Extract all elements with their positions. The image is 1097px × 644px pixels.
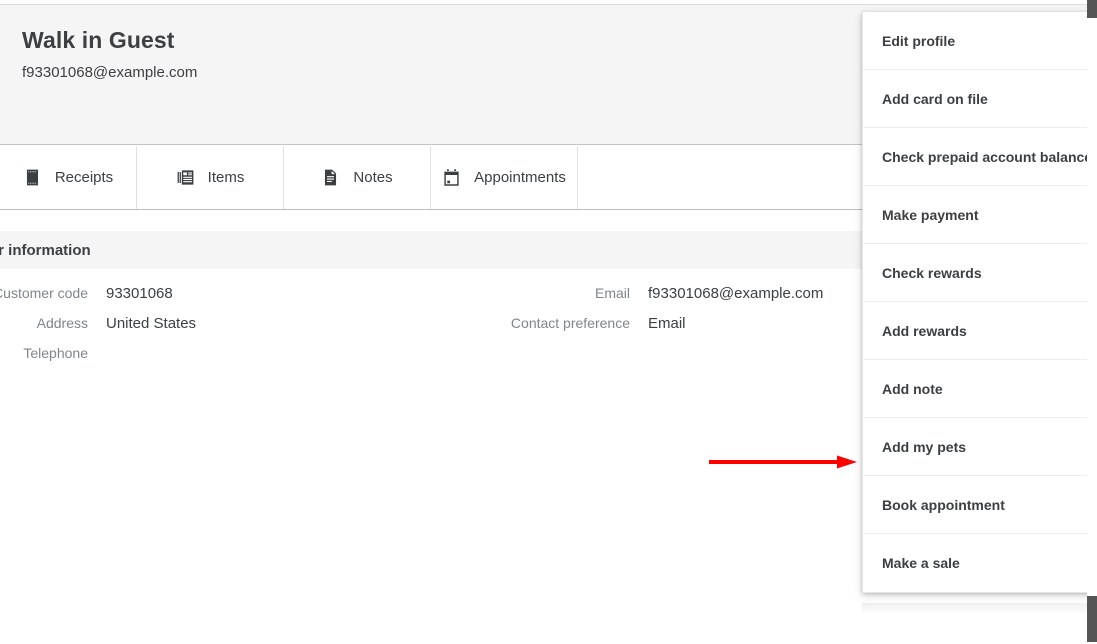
tab-items-label: Items <box>207 169 245 186</box>
note-icon <box>321 168 340 187</box>
info-label: Contact preference <box>510 315 630 331</box>
receipt-icon <box>23 168 42 187</box>
calendar-icon <box>442 168 461 187</box>
page-scrollbar-thumb-bottom[interactable] <box>1087 596 1097 642</box>
menu-item-add-card-on-file[interactable]: Add card on file <box>863 70 1096 128</box>
page-scrollbar-thumb-top[interactable] <box>1087 0 1097 18</box>
tab-notes[interactable]: Notes <box>284 146 431 209</box>
menu-item-make-payment[interactable]: Make payment <box>863 186 1096 244</box>
tab-items[interactable]: Items <box>137 146 284 209</box>
info-label: Email <box>594 285 630 301</box>
info-row-address: Address United States <box>0 315 358 345</box>
info-label: Address <box>36 315 88 331</box>
menu-item-book-appointment[interactable]: Book appointment <box>863 476 1096 534</box>
info-row-email: Email f93301068@example.com <box>430 285 870 315</box>
menu-item-check-rewards[interactable]: Check rewards <box>863 244 1096 302</box>
app-screen: Walk in Guest f93301068@example.com Rece… <box>0 0 1097 644</box>
tab-receipts[interactable]: Receipts <box>0 146 137 209</box>
info-value: f93301068@example.com <box>648 285 824 302</box>
menu-item-add-rewards[interactable]: Add rewards <box>863 302 1096 360</box>
info-label: Customer code <box>0 285 88 301</box>
info-row-customer-code: Customer code 93301068 <box>0 285 358 315</box>
tab-receipts-label: Receipts <box>54 169 114 186</box>
menu-item-check-prepaid-account-balance[interactable]: Check prepaid account balance <box>863 128 1096 186</box>
menu-item-add-note[interactable]: Add note <box>863 360 1096 418</box>
info-row-contact-preference: Contact preference Email <box>430 315 870 345</box>
info-column-left: Customer code 93301068 Address United St… <box>0 285 358 375</box>
tab-appointments-label: Appointments <box>474 169 566 186</box>
customer-actions-menu: Edit profile Add card on file Check prep… <box>862 12 1097 593</box>
items-icon <box>176 168 195 187</box>
info-value: 93301068 <box>106 285 173 302</box>
section-title: Customer information <box>0 241 91 259</box>
tab-appointments[interactable]: Appointments <box>431 146 578 209</box>
info-value: United States <box>106 315 197 332</box>
info-column-right: Email f93301068@example.com Contact pref… <box>430 285 870 345</box>
page-bottom-gap <box>0 614 1087 644</box>
menu-horizontal-scrollbar[interactable] <box>862 603 1087 614</box>
page-scrollbar-track[interactable] <box>1087 0 1097 644</box>
info-label: Telephone <box>23 345 88 361</box>
info-row-telephone: Telephone <box>0 345 358 375</box>
tab-notes-label: Notes <box>353 169 393 186</box>
info-value: Email <box>648 315 686 332</box>
menu-item-make-a-sale[interactable]: Make a sale <box>863 534 1096 592</box>
menu-item-add-my-pets[interactable]: Add my pets <box>863 418 1096 476</box>
menu-item-edit-profile[interactable]: Edit profile <box>863 12 1096 70</box>
